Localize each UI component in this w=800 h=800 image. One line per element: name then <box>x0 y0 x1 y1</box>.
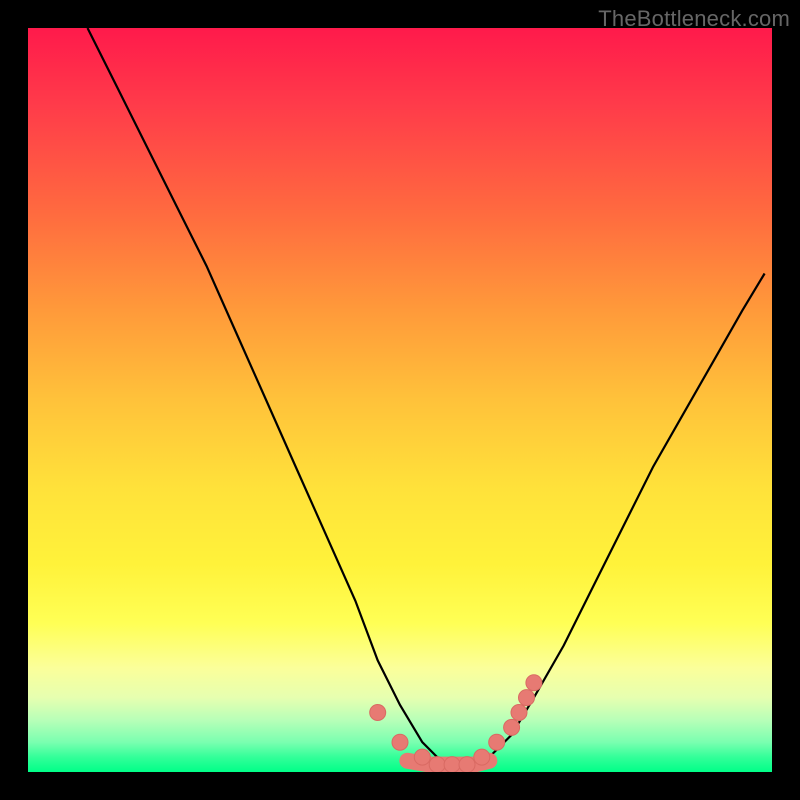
chart-svg <box>28 28 772 772</box>
curve-marker <box>370 705 386 721</box>
curve-marker <box>474 749 490 765</box>
curve-marker <box>511 705 527 721</box>
curve-marker <box>392 734 408 750</box>
watermark-text: TheBottleneck.com <box>598 6 790 32</box>
curve-marker <box>489 734 505 750</box>
curve-markers <box>370 675 542 772</box>
curve-marker <box>414 749 430 765</box>
curve-marker <box>429 757 445 772</box>
chart-frame <box>28 28 772 772</box>
curve-marker <box>504 719 520 735</box>
curve-marker <box>519 690 535 706</box>
bottleneck-curve <box>88 28 765 765</box>
curve-marker <box>459 757 475 772</box>
curve-marker <box>526 675 542 691</box>
curve-marker <box>444 757 460 772</box>
